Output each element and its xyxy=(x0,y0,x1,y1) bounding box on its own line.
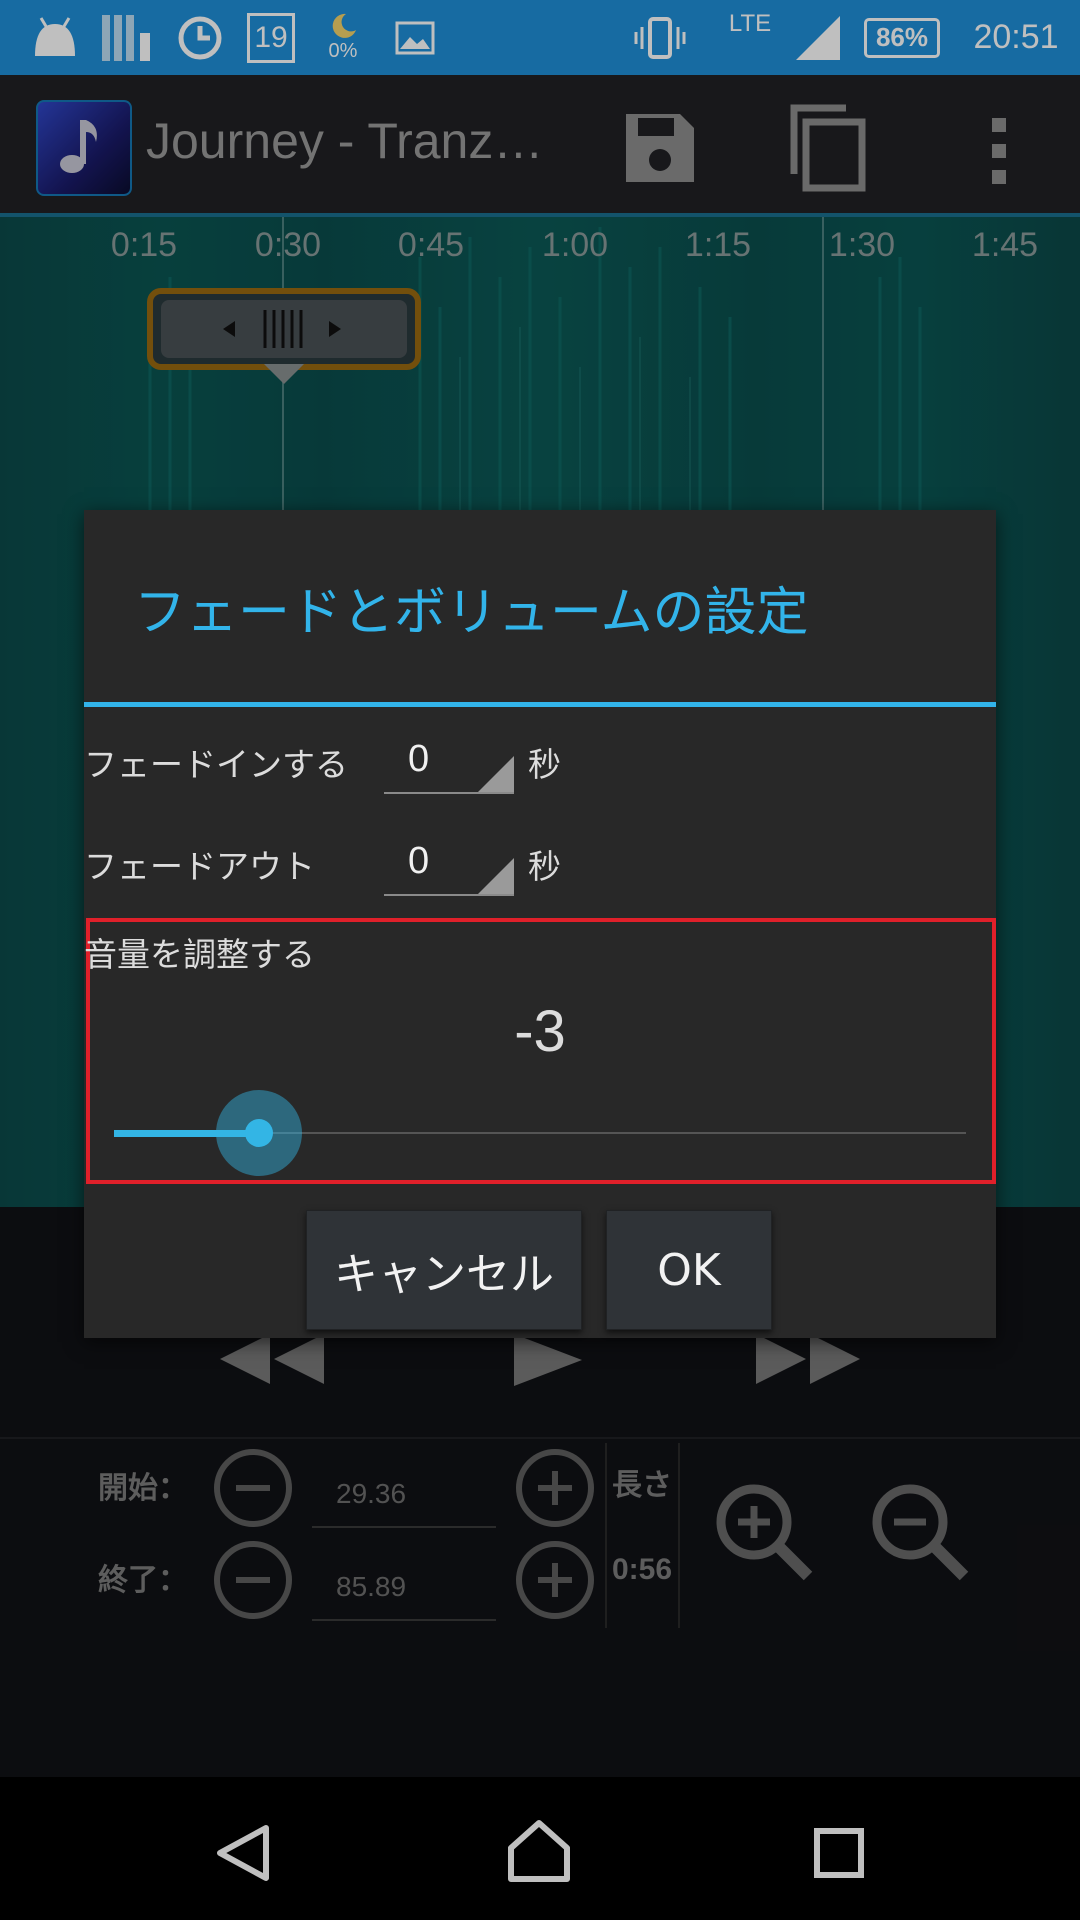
spinner-arrow-icon xyxy=(478,858,514,894)
volume-label: 音量を調整する xyxy=(84,935,315,974)
spinner-arrow-icon xyxy=(478,756,514,792)
fade-out-label: フェードアウト xyxy=(84,847,315,886)
fade-in-unit: 秒 xyxy=(528,745,561,784)
fade-out-unit: 秒 xyxy=(528,847,561,886)
dialog-title: フェードとボリュームの設定 xyxy=(134,583,809,643)
dialog-title-divider xyxy=(84,702,996,707)
cancel-button[interactable]: キャンセル xyxy=(306,1210,582,1330)
fade-in-spinner[interactable]: 0 xyxy=(384,732,514,794)
fade-out-value: 0 xyxy=(408,840,430,882)
fade-in-value: 0 xyxy=(408,738,430,780)
fade-in-label: フェードインする xyxy=(84,745,348,784)
volume-slider-thumb[interactable] xyxy=(244,1119,273,1147)
fade-volume-dialog: フェードとボリュームの設定 フェードインする 0 秒 フェードアウト 0 秒 音… xyxy=(84,510,996,1338)
volume-value: -3 xyxy=(514,999,566,1064)
ok-button[interactable]: OK xyxy=(606,1210,772,1330)
fade-out-spinner[interactable]: 0 xyxy=(384,834,514,896)
